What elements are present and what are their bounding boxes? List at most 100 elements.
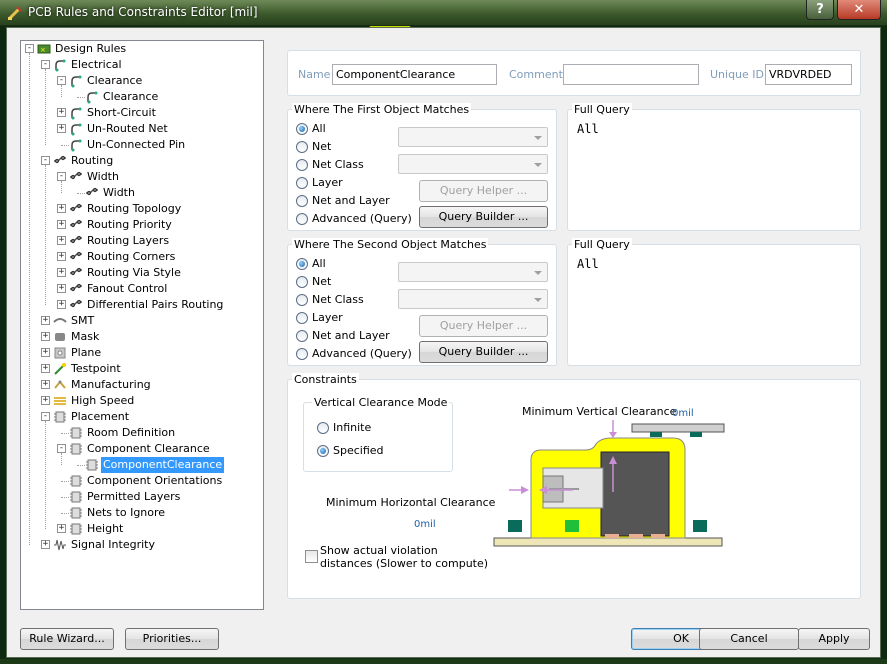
tree-item-mask[interactable]: + Mask xyxy=(21,329,263,345)
first-match-radio-net[interactable]: Net xyxy=(296,139,396,155)
first-match-radio-net-class[interactable]: Net Class xyxy=(296,157,396,173)
close-button[interactable]: ✕ xyxy=(837,0,881,20)
tree-item-permitted-layers[interactable]: Permitted Layers xyxy=(21,489,263,505)
expand-icon[interactable]: + xyxy=(57,300,66,309)
expand-icon[interactable]: + xyxy=(57,124,66,133)
tree-item-component-orientations[interactable]: Component Orientations xyxy=(21,473,263,489)
tree-item-un-connected-pin[interactable]: Un-Connected Pin xyxy=(21,137,263,153)
first-query-helper-button[interactable]: Query Helper ... xyxy=(419,180,548,202)
tree-item-signal-integrity[interactable]: + Signal Integrity xyxy=(21,537,263,553)
tree-item-electrical[interactable]: - Electrical xyxy=(21,57,263,73)
first-match-radio-all[interactable]: All xyxy=(296,121,396,137)
specified-radio[interactable]: Specified xyxy=(317,443,437,459)
tree-item-manufacturing[interactable]: + Manufacturing xyxy=(21,377,263,393)
tree-item-room-definition[interactable]: Room Definition xyxy=(21,425,263,441)
min-vertical-value[interactable]: 0mil xyxy=(672,408,694,419)
expand-icon[interactable]: + xyxy=(57,284,66,293)
tree-item-clearance-category[interactable]: - Clearance xyxy=(21,73,263,89)
radio-button[interactable] xyxy=(296,159,308,171)
tree-item-width-category[interactable]: - Width xyxy=(21,169,263,185)
radio-infinite-circle[interactable] xyxy=(317,422,329,434)
tree-item-plane[interactable]: + Plane xyxy=(21,345,263,361)
radio-button[interactable] xyxy=(296,195,308,207)
radio-button[interactable] xyxy=(296,141,308,153)
expand-icon[interactable]: + xyxy=(41,332,50,341)
second-match-radio-all[interactable]: All xyxy=(296,256,396,272)
second-net-combo[interactable] xyxy=(398,262,548,282)
min-horizontal-value[interactable]: 0mil xyxy=(414,519,436,530)
expand-icon[interactable]: + xyxy=(41,316,50,325)
title-bar[interactable]: PCB Rules and Constraints Editor [mil] ?… xyxy=(0,0,887,26)
radio-button[interactable] xyxy=(296,312,308,324)
expand-icon[interactable]: + xyxy=(41,348,50,357)
collapse-icon[interactable]: - xyxy=(57,172,66,181)
tree-item-short-circuit[interactable]: + Short-Circuit xyxy=(21,105,263,121)
tree-item-testpoint[interactable]: + Testpoint xyxy=(21,361,263,377)
tree-item-width-rule[interactable]: Width xyxy=(21,185,263,201)
expand-icon[interactable]: + xyxy=(57,268,66,277)
radio-button[interactable] xyxy=(296,330,308,342)
comment-input[interactable] xyxy=(563,64,699,85)
tree-item-un-routed-net[interactable]: + Un-Routed Net xyxy=(21,121,263,137)
radio-button[interactable] xyxy=(296,123,308,135)
radio-button[interactable] xyxy=(296,276,308,288)
collapse-icon[interactable]: - xyxy=(41,60,50,69)
tree-item-height[interactable]: + Height xyxy=(21,521,263,537)
expand-icon[interactable]: + xyxy=(41,380,50,389)
tree-item-placement[interactable]: - Placement xyxy=(21,409,263,425)
collapse-icon[interactable]: - xyxy=(41,412,50,421)
expand-icon[interactable]: + xyxy=(57,108,66,117)
first-query-builder-button[interactable]: Query Builder ... xyxy=(419,206,548,228)
unique-id-input[interactable]: VRDVRDED xyxy=(765,64,852,85)
rule-wizard-button[interactable]: Rule Wizard... xyxy=(20,628,114,650)
tree-item-clearance-rule[interactable]: Clearance xyxy=(21,89,263,105)
expand-icon[interactable]: + xyxy=(57,236,66,245)
first-match-radio-layer[interactable]: Layer xyxy=(296,175,396,191)
first-net-combo[interactable] xyxy=(398,127,548,147)
rules-tree[interactable]: - × Design Rules - Electrical - Clearance Clear… xyxy=(20,40,264,610)
tree-item-design-rules[interactable]: - × Design Rules xyxy=(21,41,263,57)
tree-item-routing-via-style[interactable]: + Routing Via Style xyxy=(21,265,263,281)
second-match-radio-net-class[interactable]: Net Class xyxy=(296,292,396,308)
expand-icon[interactable]: + xyxy=(57,252,66,261)
tree-item-high-speed[interactable]: + High Speed xyxy=(21,393,263,409)
first-match-radio-net-and-layer[interactable]: Net and Layer xyxy=(296,193,396,209)
tree-item-fanout-control[interactable]: + Fanout Control xyxy=(21,281,263,297)
first-netclass-combo[interactable] xyxy=(398,154,548,174)
expand-icon[interactable]: + xyxy=(57,204,66,213)
tree-item-component-clearance[interactable]: - Component Clearance xyxy=(21,441,263,457)
tree-item-smt[interactable]: + SMT xyxy=(21,313,263,329)
tree-item-componentclearance-rule[interactable]: ComponentClearance xyxy=(21,457,263,473)
collapse-icon[interactable]: - xyxy=(57,76,66,85)
expand-icon[interactable]: + xyxy=(57,220,66,229)
radio-button[interactable] xyxy=(296,294,308,306)
radio-specified-circle[interactable] xyxy=(317,445,329,457)
apply-button[interactable]: Apply xyxy=(798,628,870,650)
second-match-radio-net-and-layer[interactable]: Net and Layer xyxy=(296,328,396,344)
tree-item-routing-topology[interactable]: + Routing Topology xyxy=(21,201,263,217)
expand-icon[interactable]: + xyxy=(41,396,50,405)
expand-icon[interactable]: + xyxy=(41,364,50,373)
tree-item-routing-priority[interactable]: + Routing Priority xyxy=(21,217,263,233)
tree-item-routing[interactable]: - Routing xyxy=(21,153,263,169)
first-match-radio-advanced-query[interactable]: Advanced (Query) xyxy=(296,211,412,227)
priorities-button[interactable]: Priorities... xyxy=(125,628,219,650)
tree-item-routing-corners[interactable]: + Routing Corners xyxy=(21,249,263,265)
cancel-button[interactable]: Cancel xyxy=(699,628,799,650)
show-violation-checkbox[interactable] xyxy=(305,550,318,563)
second-query-builder-button[interactable]: Query Builder ... xyxy=(419,341,548,363)
second-match-radio-net[interactable]: Net xyxy=(296,274,396,290)
second-match-radio-layer[interactable]: Layer xyxy=(296,310,396,326)
collapse-icon[interactable]: - xyxy=(41,156,50,165)
help-button[interactable]: ? xyxy=(806,0,834,20)
expand-icon[interactable]: + xyxy=(41,540,50,549)
radio-button[interactable] xyxy=(296,348,308,360)
second-netclass-combo[interactable] xyxy=(398,289,548,309)
radio-button[interactable] xyxy=(296,258,308,270)
second-match-radio-advanced-query[interactable]: Advanced (Query) xyxy=(296,346,412,362)
second-query-helper-button[interactable]: Query Helper ... xyxy=(419,315,548,337)
radio-button[interactable] xyxy=(296,177,308,189)
collapse-icon[interactable]: - xyxy=(25,44,34,53)
infinite-radio[interactable]: Infinite xyxy=(317,420,437,436)
collapse-icon[interactable]: - xyxy=(57,444,66,453)
